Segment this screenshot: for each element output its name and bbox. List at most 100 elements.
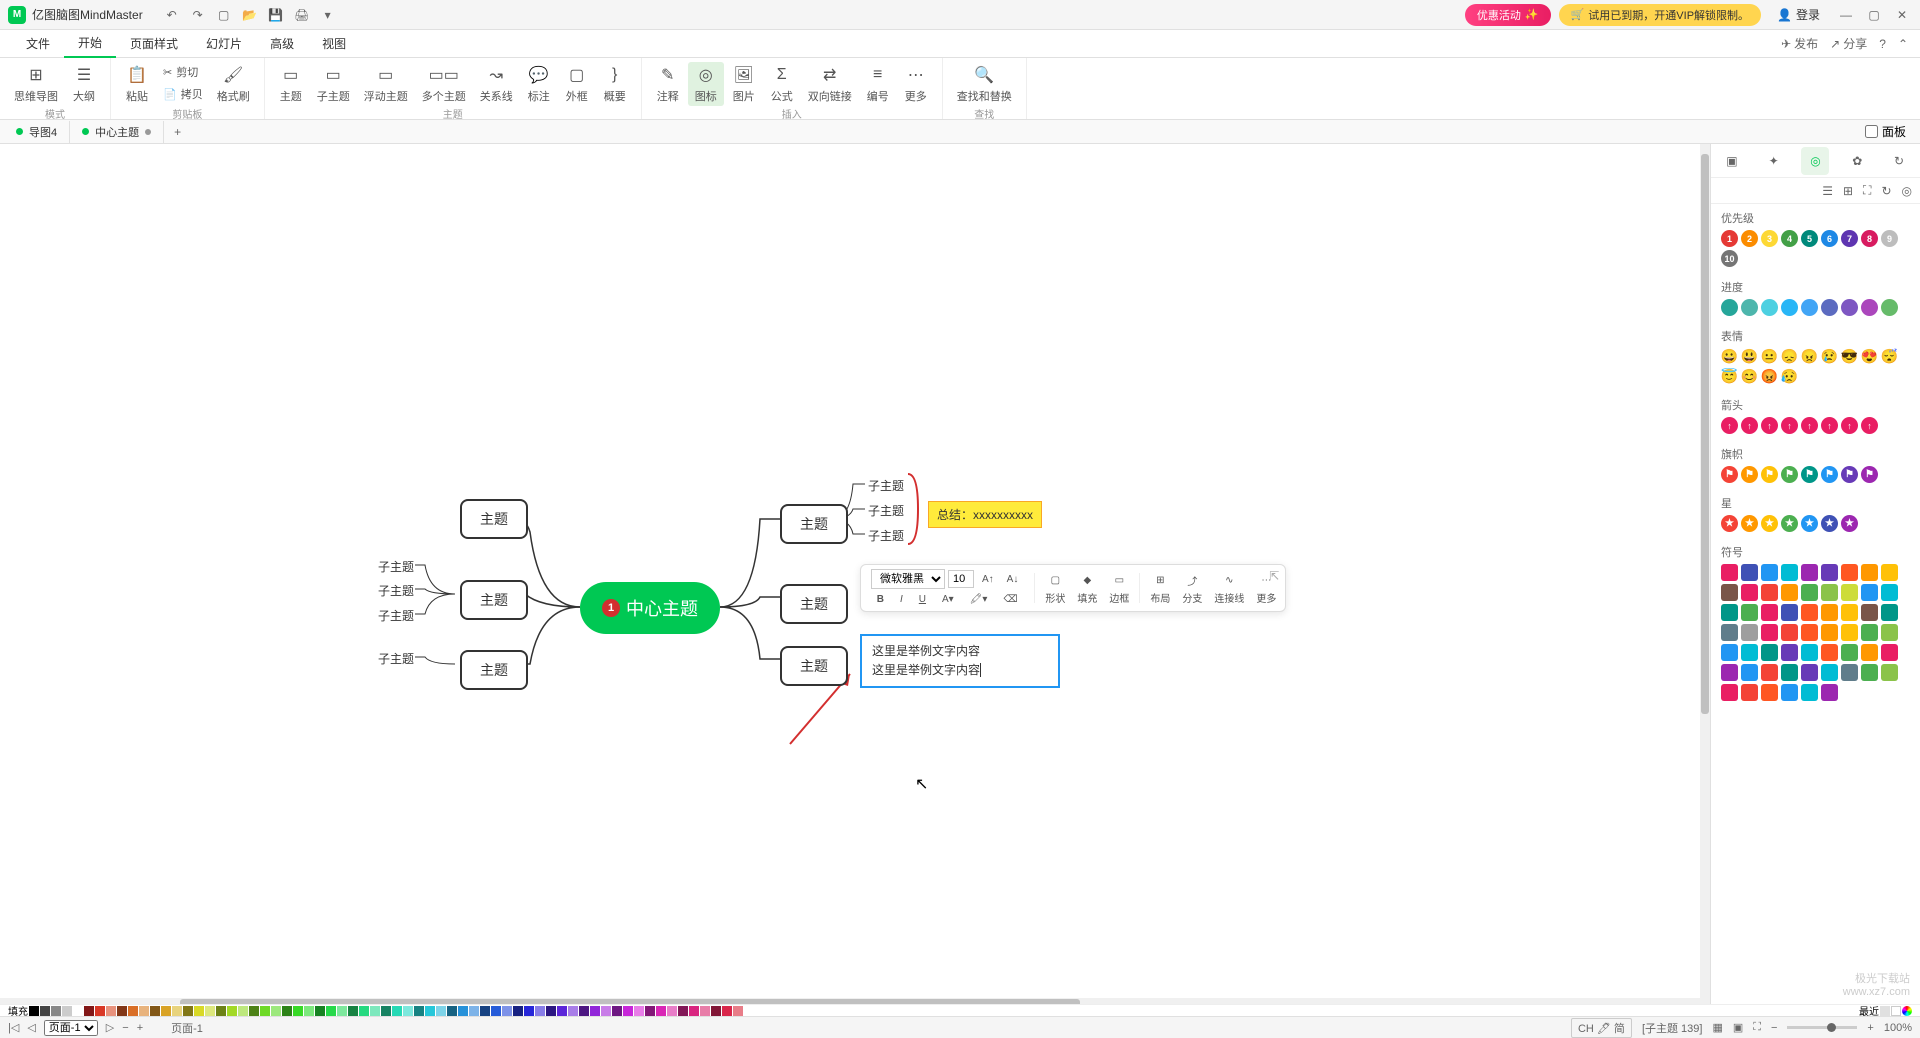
symbol-icon[interactable]: [1781, 664, 1798, 681]
color-swatch[interactable]: [106, 1006, 116, 1016]
collapse-ribbon-button[interactable]: ⌃: [1898, 37, 1908, 51]
subtopic-r-1a[interactable]: 子主题: [868, 477, 904, 494]
symbol-icon[interactable]: [1841, 644, 1858, 661]
symbol-icon[interactable]: [1801, 664, 1818, 681]
symbol-icon[interactable]: [1881, 624, 1898, 641]
color-swatch[interactable]: [40, 1006, 50, 1016]
symbol-icon[interactable]: [1741, 604, 1758, 621]
color-swatch[interactable]: [128, 1006, 138, 1016]
emoji-icon[interactable]: 😴: [1881, 348, 1898, 365]
color-swatch[interactable]: [623, 1006, 633, 1016]
symbol-icon[interactable]: [1721, 684, 1738, 701]
arrow-icon[interactable]: ↑: [1741, 417, 1758, 434]
star-icon[interactable]: ★: [1781, 515, 1798, 532]
symbol-icon[interactable]: [1821, 604, 1838, 621]
redo-button[interactable]: ↷: [189, 6, 207, 24]
symbol-icon[interactable]: [1721, 564, 1738, 581]
color-swatch[interactable]: [282, 1006, 292, 1016]
close-button[interactable]: ✕: [1892, 5, 1912, 25]
color-swatch[interactable]: [535, 1006, 545, 1016]
progress-icon[interactable]: [1741, 299, 1758, 316]
color-swatch[interactable]: [117, 1006, 127, 1016]
minimize-button[interactable]: —: [1836, 5, 1856, 25]
flag-icon[interactable]: ⚑: [1801, 466, 1818, 483]
priority-icon-5[interactable]: 5: [1801, 230, 1818, 247]
color-swatch[interactable]: [480, 1006, 490, 1016]
priority-icon-8[interactable]: 8: [1861, 230, 1878, 247]
highlight-button[interactable]: 🖍▾: [965, 592, 993, 607]
color-swatch[interactable]: [260, 1006, 270, 1016]
bold-button[interactable]: B: [872, 592, 889, 607]
find-replace-button[interactable]: 🔍查找和替换: [951, 62, 1018, 106]
symbol-icon[interactable]: [1821, 564, 1838, 581]
color-swatch[interactable]: [436, 1006, 446, 1016]
underline-button[interactable]: U: [914, 592, 931, 607]
menu-start[interactable]: 开始: [64, 29, 116, 58]
subtopic-button[interactable]: ▭子主题: [311, 62, 356, 106]
symbol-icon[interactable]: [1821, 584, 1838, 601]
priority-icon-7[interactable]: 7: [1841, 230, 1858, 247]
star-icon[interactable]: ★: [1821, 515, 1838, 532]
color-swatch[interactable]: [359, 1006, 369, 1016]
page-remove[interactable]: −: [122, 1022, 128, 1034]
menu-slides[interactable]: 幻灯片: [192, 30, 256, 57]
rp-view-grid[interactable]: ⊞: [1843, 184, 1853, 198]
symbol-icon[interactable]: [1761, 684, 1778, 701]
symbol-icon[interactable]: [1781, 584, 1798, 601]
symbol-icon[interactable]: [1881, 644, 1898, 661]
arrow-icon[interactable]: ↑: [1841, 417, 1858, 434]
color-swatch[interactable]: [139, 1006, 149, 1016]
multi-topic-button[interactable]: ▭▭多个主题: [416, 62, 472, 106]
symbol-icon[interactable]: [1881, 664, 1898, 681]
italic-button[interactable]: I: [895, 592, 908, 607]
flag-icon[interactable]: ⚑: [1841, 466, 1858, 483]
rp-tab-ai[interactable]: ✦: [1760, 147, 1788, 175]
relation-button[interactable]: ↝关系线: [474, 62, 519, 106]
symbol-icon[interactable]: [1801, 584, 1818, 601]
open-button[interactable]: 📂: [241, 6, 259, 24]
emoji-icon[interactable]: 😇: [1721, 368, 1738, 385]
symbol-icon[interactable]: [1841, 604, 1858, 621]
share-button[interactable]: ↗ 分享: [1830, 35, 1867, 52]
color-picker-button[interactable]: [1902, 1006, 1912, 1016]
subtopic-l-1c[interactable]: 子主题: [378, 607, 414, 624]
emoji-icon[interactable]: 😢: [1821, 348, 1838, 365]
star-icon[interactable]: ★: [1761, 515, 1778, 532]
color-swatch[interactable]: [29, 1006, 39, 1016]
symbol-icon[interactable]: [1721, 664, 1738, 681]
color-swatch[interactable]: [216, 1006, 226, 1016]
symbol-icon[interactable]: [1841, 664, 1858, 681]
color-swatch[interactable]: [491, 1006, 501, 1016]
qat-dropdown[interactable]: ▾: [319, 6, 337, 24]
font-family-select[interactable]: 微软雅黑: [871, 569, 945, 589]
central-topic[interactable]: 1 中心主题: [580, 582, 720, 634]
doc-tab-1[interactable]: 导图4: [4, 121, 70, 143]
symbol-icon[interactable]: [1861, 664, 1878, 681]
rp-view-list[interactable]: ☰: [1822, 184, 1833, 198]
summary-note[interactable]: 总结：xxxxxxxxxx: [928, 501, 1042, 528]
shape-button[interactable]: ▢形状: [1040, 570, 1070, 607]
color-swatch[interactable]: [326, 1006, 336, 1016]
emoji-icon[interactable]: 😀: [1721, 348, 1738, 365]
clear-format-button[interactable]: ⌫: [998, 592, 1022, 607]
view-mode-2[interactable]: ▣: [1733, 1021, 1743, 1034]
paste-button[interactable]: 📋粘贴: [119, 62, 155, 106]
symbol-icon[interactable]: [1741, 644, 1758, 661]
color-swatch[interactable]: [502, 1006, 512, 1016]
symbol-icon[interactable]: [1721, 644, 1738, 661]
star-icon[interactable]: ★: [1721, 515, 1738, 532]
flag-icon[interactable]: ⚑: [1781, 466, 1798, 483]
progress-icon[interactable]: [1721, 299, 1738, 316]
priority-icon-6[interactable]: 6: [1821, 230, 1838, 247]
zoom-percent[interactable]: 100%: [1884, 1022, 1912, 1034]
color-swatch[interactable]: [601, 1006, 611, 1016]
menu-file[interactable]: 文件: [12, 30, 64, 57]
subtopic-l-1b[interactable]: 子主题: [378, 582, 414, 599]
color-swatch[interactable]: [579, 1006, 589, 1016]
symbol-icon[interactable]: [1721, 624, 1738, 641]
symbol-icon[interactable]: [1741, 584, 1758, 601]
subtopic-r-1b[interactable]: 子主题: [868, 502, 904, 519]
progress-icon[interactable]: [1761, 299, 1778, 316]
star-icon[interactable]: ★: [1741, 515, 1758, 532]
color-swatch[interactable]: [348, 1006, 358, 1016]
